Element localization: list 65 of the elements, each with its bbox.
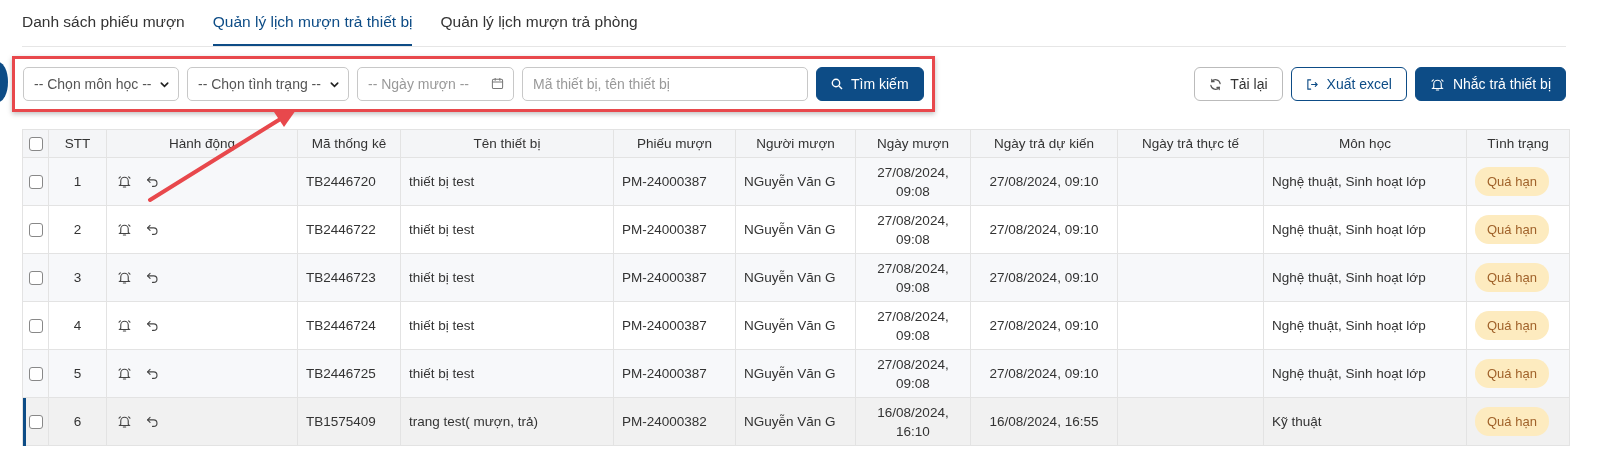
bell-icon[interactable] [117, 366, 132, 381]
refresh-icon [1209, 77, 1223, 91]
table-cell: PM-24000382 [614, 398, 736, 446]
calendar-icon [491, 77, 504, 90]
status-badge: Quá hạn [1475, 167, 1549, 196]
table-cell: TB2446723 [298, 254, 401, 302]
table-cell: 16/08/2024, 16:10 [856, 398, 971, 446]
row-checkbox[interactable] [28, 366, 43, 381]
status-badge: Quá hạn [1475, 311, 1549, 340]
search-button[interactable]: Tìm kiếm [816, 67, 924, 101]
tab[interactable]: Quản lý lịch mượn trả phòng [440, 0, 638, 46]
undo-icon[interactable] [146, 367, 159, 380]
tab[interactable]: Quản lý lịch mượn trả thiết bị [212, 0, 413, 46]
row-checkbox[interactable] [28, 414, 43, 429]
table-cell: 27/08/2024, 09:10 [971, 158, 1118, 206]
reload-button[interactable]: Tải lại [1194, 67, 1283, 101]
table-cell: TB2446720 [298, 158, 401, 206]
status-badge: Quá hạn [1475, 263, 1549, 292]
remind-button[interactable]: Nhắc trả thiết bị [1414, 67, 1566, 101]
table-cell: NGuyễn Văn G [736, 254, 856, 302]
export-icon [1305, 77, 1319, 91]
row-checkbox[interactable] [28, 174, 43, 189]
table-cell: 3 [49, 254, 107, 302]
table-cell: Nghệ thuật, Sinh hoạt lớp [1264, 254, 1467, 302]
status-badge: Quá hạn [1475, 407, 1549, 436]
undo-icon[interactable] [146, 175, 159, 188]
tab[interactable]: Danh sách phiếu mượn [22, 0, 185, 46]
table-cell: Kỹ thuật [1264, 398, 1467, 446]
table-cell: thiết bị test [401, 254, 614, 302]
row-checkbox[interactable] [28, 318, 43, 333]
undo-icon[interactable] [146, 271, 159, 284]
table-cell: NGuyễn Văn G [736, 158, 856, 206]
undo-icon[interactable] [146, 415, 159, 428]
table-cell: 27/08/2024, 09:10 [971, 254, 1118, 302]
row-checkbox[interactable] [28, 222, 43, 237]
search-icon [831, 78, 843, 90]
table-cell: Nghệ thuật, Sinh hoạt lớp [1264, 158, 1467, 206]
table-cell: 27/08/2024, 09:08 [856, 158, 971, 206]
status-badge: Quá hạn [1475, 215, 1549, 244]
subject-dropdown[interactable]: -- Chọn môn học -- [23, 67, 179, 101]
row-checkbox[interactable] [28, 270, 43, 285]
table-cell: thiết bị test [401, 158, 614, 206]
table-cell: 27/08/2024, 09:08 [856, 254, 971, 302]
table-cell: NGuyễn Văn G [736, 398, 856, 446]
status-badge: Quá hạn [1475, 359, 1549, 388]
search-field[interactable]: Mã thiết bị, tên thiết bị [522, 67, 808, 101]
bell-icon[interactable] [117, 414, 132, 429]
select-all-checkbox[interactable] [28, 136, 43, 151]
table-cell: TB1575409 [298, 398, 401, 446]
status-dropdown[interactable]: -- Chọn tình trạng -- [187, 67, 349, 101]
table-cell: 16/08/2024, 16:55 [971, 398, 1118, 446]
bell-icon[interactable] [117, 318, 132, 333]
table-cell: 6 [49, 398, 107, 446]
bell-icon[interactable] [1429, 76, 1445, 92]
bell-icon[interactable] [117, 174, 132, 189]
date-field[interactable]: -- Ngày mượn -- [357, 67, 514, 101]
undo-icon[interactable] [146, 223, 159, 236]
bell-icon[interactable] [117, 222, 132, 237]
table-cell: PM-24000387 [614, 158, 736, 206]
table-cell: trang test( mượn, trả) [401, 398, 614, 446]
table-cell: PM-24000387 [614, 254, 736, 302]
export-button[interactable]: Xuất excel [1290, 67, 1407, 101]
bell-icon[interactable] [117, 270, 132, 285]
table-cell: 1 [49, 158, 107, 206]
undo-icon[interactable] [146, 319, 159, 332]
